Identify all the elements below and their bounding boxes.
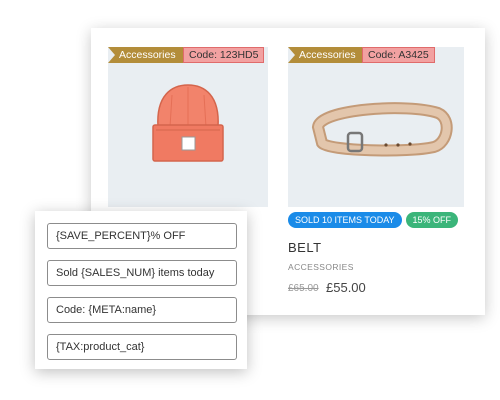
category-tag: Accessories — [288, 47, 370, 63]
save-percent-field[interactable]: {SAVE_PERCENT}% OFF — [47, 223, 237, 249]
current-price: £55.00 — [326, 280, 366, 295]
product-card-belt[interactable]: Accessories Code: A3425 SOLD 10 ITEMS TO… — [288, 47, 464, 295]
product-name[interactable]: BELT — [288, 240, 322, 255]
discount-badge: 15% OFF — [405, 212, 459, 228]
badge-template-panel: {SAVE_PERCENT}% OFF Sold {SALES_NUM} ite… — [35, 211, 247, 369]
sold-badge: SOLD 10 ITEMS TODAY — [288, 212, 402, 228]
product-category[interactable]: ACCESSORIES — [288, 262, 354, 272]
category-tag: Accessories — [108, 47, 190, 63]
code-tag: Code: 123HD5 — [183, 47, 265, 63]
code-tag: Code: A3425 — [362, 47, 435, 63]
belt-illustration — [311, 102, 453, 157]
product-badges: SOLD 10 ITEMS TODAY 15% OFF — [288, 212, 459, 228]
old-price: £65.00 — [288, 283, 319, 294]
beanie-illustration — [152, 84, 224, 162]
product-image[interactable]: Accessories Code: 123HD5 — [108, 47, 268, 207]
product-image[interactable]: Accessories Code: A3425 — [288, 47, 464, 207]
sales-num-field[interactable]: Sold {SALES_NUM} items today — [47, 260, 237, 286]
product-cat-field[interactable]: {TAX:product_cat} — [47, 334, 237, 360]
product-card-beanie[interactable]: Accessories Code: 123HD5 — [108, 47, 268, 207]
code-meta-field[interactable]: Code: {META:name} — [47, 297, 237, 323]
